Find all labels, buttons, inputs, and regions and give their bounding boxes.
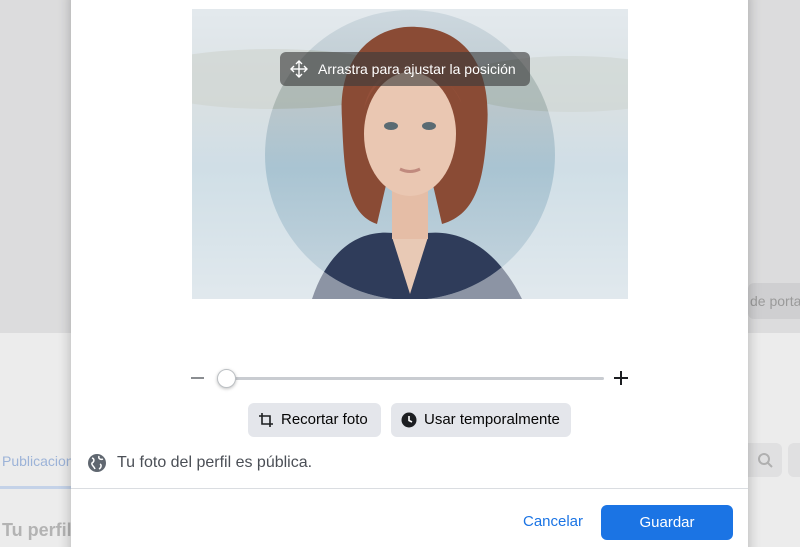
minus-icon[interactable] [191,377,204,379]
photo-crop-area[interactable]: Arrastra para ajustar la posición [192,9,628,299]
zoom-slider-track[interactable] [226,377,604,380]
drag-hint-text: Arrastra para ajustar la posición [318,61,516,77]
crop-photo-label: Recortar foto [281,411,368,428]
background-search-button [748,443,782,477]
cancel-button[interactable]: Cancelar [511,505,595,539]
zoom-slider-thumb[interactable] [217,369,236,388]
clock-icon [401,412,417,428]
search-icon [758,453,773,468]
edit-cover-photo-button: de porta [748,283,800,319]
update-profile-photo-dialog: Arrastra para ajustar la posición Recort… [71,0,748,547]
crop-photo-button[interactable]: Recortar foto [248,403,381,437]
plus-icon[interactable] [614,368,630,388]
background-section-title: Tu perfil [2,520,72,540]
tab-posts: Publicaciones [0,445,72,489]
zoom-slider [191,366,631,390]
save-button[interactable]: Guardar [601,505,733,540]
background-more-button [788,443,800,477]
crop-icon [259,413,273,427]
use-temporarily-button[interactable]: Usar temporalmente [391,403,571,437]
move-arrows-icon [290,60,308,78]
footer-divider [71,488,748,489]
globe-icon [88,454,106,472]
privacy-text: Tu foto del perfil es pública. [117,454,313,471]
use-temporarily-label: Usar temporalmente [424,411,560,428]
drag-to-reposition-hint: Arrastra para ajustar la posición [280,52,530,86]
